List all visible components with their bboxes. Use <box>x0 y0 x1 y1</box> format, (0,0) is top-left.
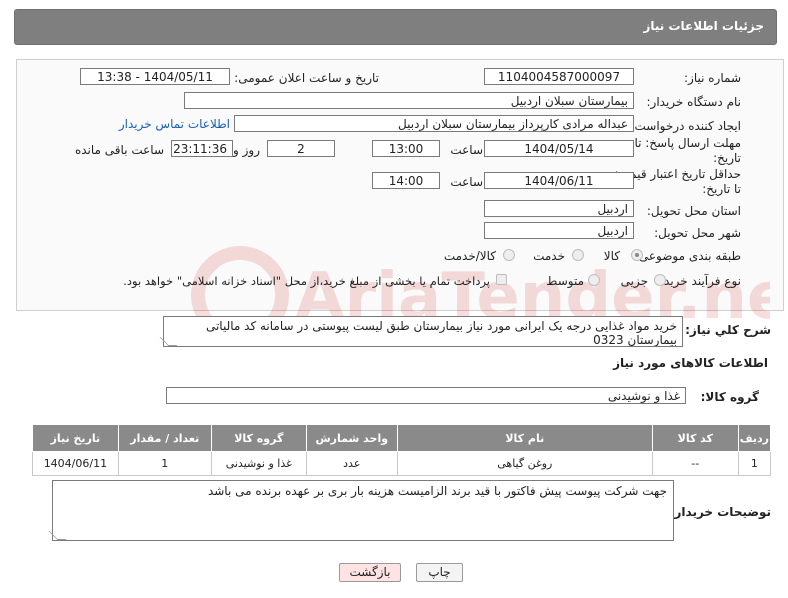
reply-deadline-time-label: ساعت <box>450 143 483 157</box>
cell-code: -- <box>651 451 739 476</box>
col-header-code: کد کالا <box>651 424 739 452</box>
category-radio-goods[interactable] <box>631 249 643 261</box>
goods-group-field: غذا و نوشیدنی <box>166 387 686 404</box>
category-option-goods-service: کالا/خدمت <box>443 249 496 263</box>
requester-field: عبداله مرادی کارپرداز بیمارستان سبلان ار… <box>234 115 634 132</box>
buyer-org-field: بیمارستان سبلان اردبیل <box>184 92 634 109</box>
buyer-org-label: نام دستگاه خریدار: <box>646 95 742 109</box>
cell-need-date: 1404/06/11 <box>32 451 119 476</box>
back-button[interactable]: بازگشت <box>339 563 401 582</box>
page-title: جزئیات اطلاعات نیاز <box>643 19 764 33</box>
price-validity-label-2: تا تاریخ: <box>702 182 741 196</box>
description-textarea[interactable]: خرید مواد غذایی درجه یک ایرانی مورد نیاز… <box>163 316 683 347</box>
purchase-type-radio-minor[interactable] <box>654 274 666 286</box>
buyer-notes-label: توضیحات خریدار: <box>669 505 771 519</box>
col-header-group: گروه کالا <box>210 424 307 452</box>
cell-unit: عدد <box>305 451 398 476</box>
goods-info-title: اطلاعات کالاهای مورد نیاز <box>613 356 768 370</box>
purchase-type-option-medium: متوسط <box>546 274 584 288</box>
buyer-notes-textarea[interactable]: جهت شرکت پیوست پیش فاکتور با قید برند ال… <box>52 480 674 541</box>
category-radio-goods-service[interactable] <box>503 249 515 261</box>
col-header-quantity: تعداد / مقدار <box>117 424 212 452</box>
reply-deadline-days-label: روز و <box>233 143 260 157</box>
category-label: طبقه بندی موضوعی: <box>634 249 741 263</box>
purchase-type-radio-medium[interactable] <box>588 274 600 286</box>
delivery-city-field: اردبیل <box>484 222 634 239</box>
need-number-label: شماره نیاز: <box>684 71 741 85</box>
cell-name: روغن گیاهی <box>396 451 653 476</box>
price-validity-time: 14:00 <box>372 172 440 189</box>
goods-table: ردیف کد کالا نام کالا واحد شمارش گروه کا… <box>32 424 772 476</box>
category-option-service: خدمت <box>533 249 565 263</box>
description-label: شرح کلي نياز: <box>685 323 771 337</box>
price-validity-time-label: ساعت <box>450 175 483 189</box>
delivery-city-label: شهر محل تحویل: <box>654 226 741 240</box>
col-header-row-number: ردیف <box>737 424 772 452</box>
category-option-goods: کالا <box>603 249 620 263</box>
delivery-province-label: استان محل تحویل: <box>646 204 741 218</box>
reply-deadline-date: 1404/05/14 <box>484 140 634 157</box>
buyer-contact-link[interactable]: اطلاعات تماس خریدار <box>119 117 230 131</box>
page-header: جزئیات اطلاعات نیاز <box>14 9 777 45</box>
print-button[interactable]: چاپ <box>416 563 463 582</box>
cell-quantity: 1 <box>117 451 212 476</box>
purchase-type-label: نوع فرآیند خرید : <box>656 274 741 288</box>
reply-deadline-label-2: تاریخ: <box>713 151 741 165</box>
announce-datetime-label: تاریخ و ساعت اعلان عمومی: <box>234 71 379 85</box>
reply-deadline-label: مهلت ارسال پاسخ: تا <box>634 136 741 150</box>
reply-deadline-time: 13:00 <box>372 140 440 157</box>
delivery-province-field: اردبیل <box>484 200 634 217</box>
col-header-name: نام کالا <box>396 424 653 452</box>
table-header-row: ردیف کد کالا نام کالا واحد شمارش گروه کا… <box>32 424 772 452</box>
announce-datetime-field: 1404/05/11 - 13:38 <box>80 68 230 85</box>
col-header-need-date: تاریخ نیاز <box>32 424 119 452</box>
col-header-unit: واحد شمارش <box>305 424 398 452</box>
need-number-field: 1104004587000097 <box>484 68 634 85</box>
category-radio-service[interactable] <box>572 249 584 261</box>
cell-group: غذا و نوشیدنی <box>210 451 307 476</box>
goods-group-label: گروه کالا: <box>700 390 759 404</box>
purchase-type-option-minor: جزیی <box>620 274 648 288</box>
cell-row-number: 1 <box>737 451 772 476</box>
treasury-checkbox[interactable] <box>496 274 507 285</box>
reply-deadline-remaining-label: ساعت باقی مانده <box>74 143 164 157</box>
reply-deadline-remaining: 23:11:36 <box>171 140 233 157</box>
reply-deadline-days: 2 <box>267 140 335 157</box>
price-validity-date: 1404/06/11 <box>484 172 634 189</box>
treasury-note: پرداخت تمام یا بخشی از مبلغ خرید،از محل … <box>123 274 490 288</box>
table-row: 1 -- روغن گیاهی عدد غذا و نوشیدنی 1 1404… <box>32 451 772 476</box>
requester-label: ایجاد کننده درخواست: <box>630 119 741 133</box>
